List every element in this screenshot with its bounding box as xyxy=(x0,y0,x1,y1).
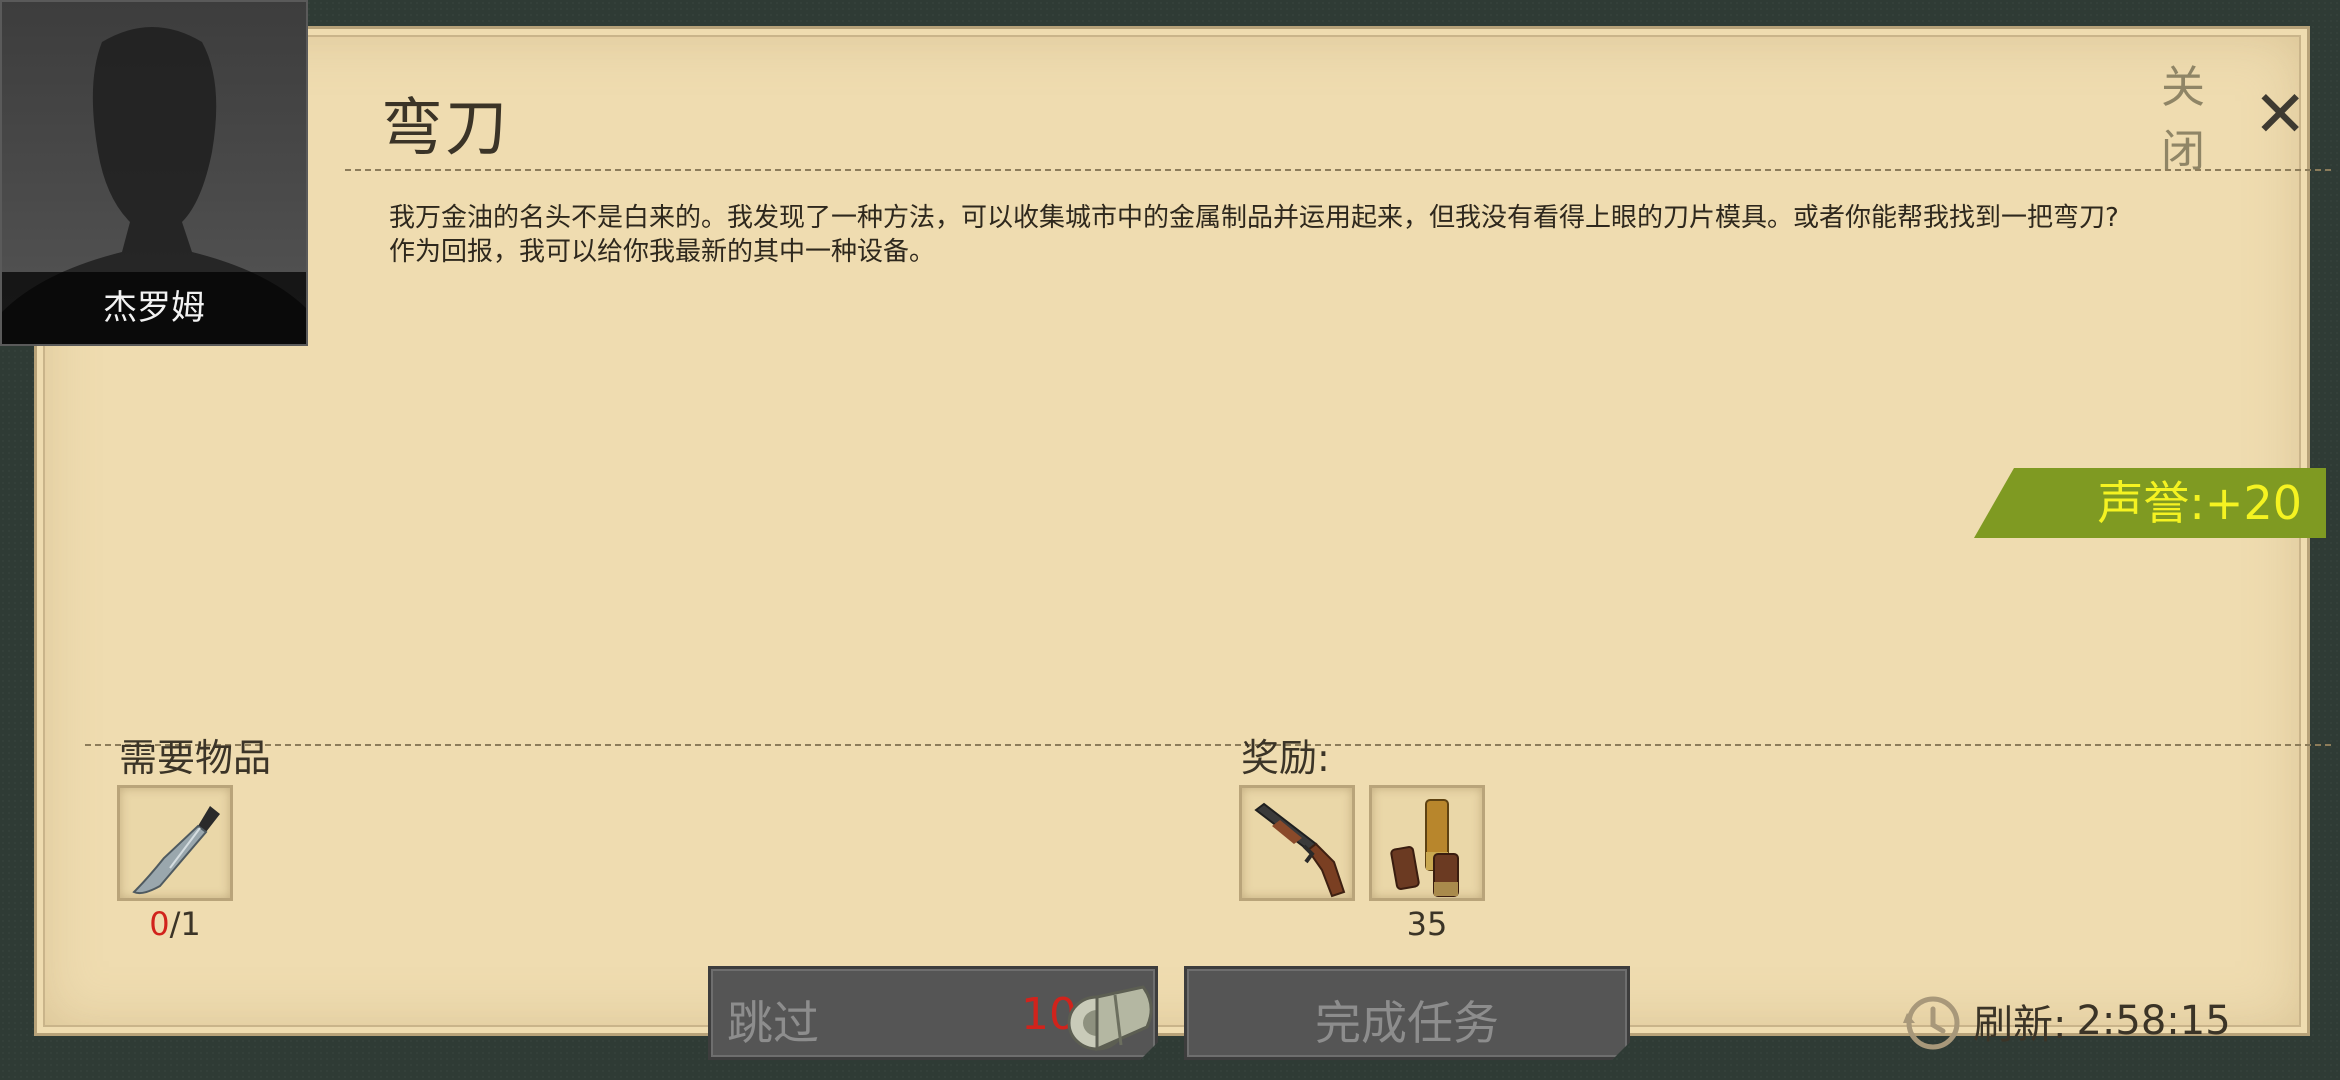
rewards-label: 奖励: xyxy=(1241,736,1330,780)
required-items-label: 需要物品 xyxy=(119,736,272,780)
npc-portrait: 杰罗姆 xyxy=(0,0,308,346)
machete-icon xyxy=(132,806,220,895)
required-item-count: 0/1 xyxy=(117,905,233,943)
close-label: 关闭 xyxy=(2161,62,2205,177)
skip-label: 跳过 xyxy=(727,996,819,1050)
close-icon: ✕ xyxy=(2253,78,2307,152)
divider-middle xyxy=(85,744,2331,746)
shotgun-shells-icon xyxy=(1390,799,1459,897)
refresh-time: 2:58:15 xyxy=(2076,998,2231,1044)
complete-quest-label: 完成任务 xyxy=(1315,996,1499,1050)
reputation-badge: 声誉:+20 xyxy=(1974,468,2326,538)
required-item-have: 0 xyxy=(149,905,170,943)
npc-name: 杰罗姆 xyxy=(2,272,306,344)
quest-description: 我万金油的名头不是白来的。我发现了一种方法，可以收集城市中的金属制品并运用起来，… xyxy=(389,201,2269,269)
required-item-slot[interactable] xyxy=(117,785,233,901)
reward-slot-shotgun[interactable] xyxy=(1239,785,1355,901)
quest-title: 弯刀 xyxy=(381,91,510,164)
required-item-need: /1 xyxy=(169,905,201,943)
reward-slot-shells[interactable] xyxy=(1369,785,1485,901)
refresh-label: 刷新: xyxy=(1973,1002,2067,1048)
close-button[interactable]: 关闭 ✕ xyxy=(2161,62,2307,177)
complete-quest-button[interactable]: 完成任务 xyxy=(1184,966,1630,1060)
clock-icon xyxy=(1903,996,1960,1050)
quest-panel: 弯刀 关闭 ✕ 我万金油的名头不是白来的。我发现了一种方法，可以收集城市中的金属… xyxy=(34,26,2331,1050)
cash-roll-icon xyxy=(1063,975,1159,1059)
reward-shells-count: 35 xyxy=(1406,905,1448,943)
refresh-timer: 刷新: 2:58:15 xyxy=(1899,987,2231,1055)
shotgun-icon xyxy=(1254,802,1346,898)
divider-top xyxy=(345,169,2331,171)
description-line-1: 我万金油的名头不是白来的。我发现了一种方法，可以收集城市中的金属制品并运用起来，… xyxy=(389,203,2119,233)
description-line-2: 作为回报，我可以给你我最新的其中一种设备。 xyxy=(389,237,936,267)
skip-button[interactable]: 跳过 10 xyxy=(708,966,1158,1060)
